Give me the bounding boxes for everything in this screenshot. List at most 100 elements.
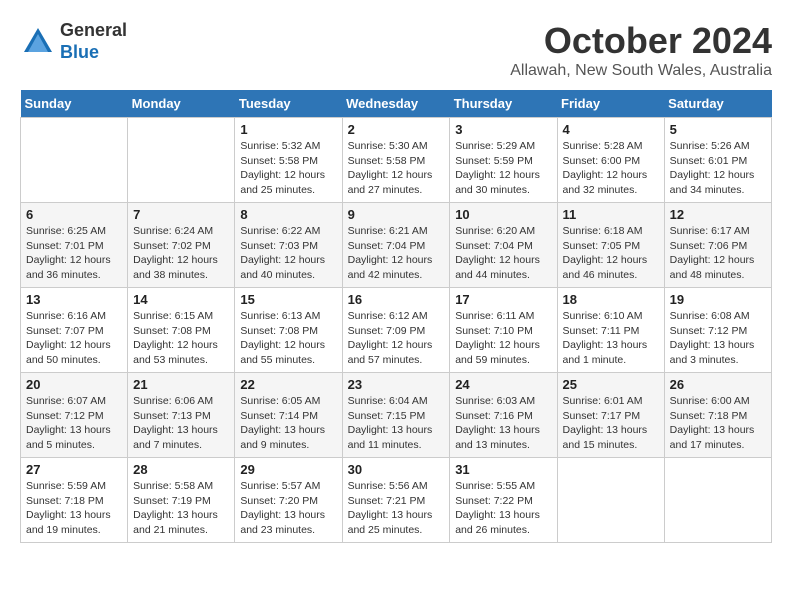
page-header: General Blue October 2024 Allawah, New S… [20, 20, 772, 80]
day-info: Sunrise: 6:15 AM Sunset: 7:08 PM Dayligh… [133, 309, 229, 368]
logo-general: General [60, 20, 127, 40]
calendar-cell: 21 Sunrise: 6:06 AM Sunset: 7:13 PM Dayli… [128, 373, 235, 458]
day-info: Sunrise: 5:26 AM Sunset: 6:01 PM Dayligh… [670, 139, 766, 198]
day-info: Sunrise: 5:32 AM Sunset: 5:58 PM Dayligh… [240, 139, 336, 198]
day-number: 4 [563, 122, 659, 137]
day-info: Sunrise: 6:13 AM Sunset: 7:08 PM Dayligh… [240, 309, 336, 368]
calendar-cell: 22 Sunrise: 6:05 AM Sunset: 7:14 PM Dayli… [235, 373, 342, 458]
logo-text-general: General [60, 20, 127, 42]
day-number: 13 [26, 292, 122, 307]
day-number: 1 [240, 122, 336, 137]
day-number: 26 [670, 377, 766, 392]
calendar-cell [21, 118, 128, 203]
day-info: Sunrise: 6:04 AM Sunset: 7:15 PM Dayligh… [348, 394, 445, 453]
day-info: Sunrise: 5:59 AM Sunset: 7:18 PM Dayligh… [26, 479, 122, 538]
day-number: 3 [455, 122, 551, 137]
day-info: Sunrise: 6:11 AM Sunset: 7:10 PM Dayligh… [455, 309, 551, 368]
day-info: Sunrise: 6:06 AM Sunset: 7:13 PM Dayligh… [133, 394, 229, 453]
calendar-cell: 16 Sunrise: 6:12 AM Sunset: 7:09 PM Dayli… [342, 288, 450, 373]
calendar-cell: 27 Sunrise: 5:59 AM Sunset: 7:18 PM Dayli… [21, 458, 128, 543]
day-info: Sunrise: 6:07 AM Sunset: 7:12 PM Dayligh… [26, 394, 122, 453]
day-number: 15 [240, 292, 336, 307]
weekday-header-thursday: Thursday [450, 90, 557, 118]
day-info: Sunrise: 6:24 AM Sunset: 7:02 PM Dayligh… [133, 224, 229, 283]
calendar-cell [664, 458, 771, 543]
day-number: 24 [455, 377, 551, 392]
weekday-header-friday: Friday [557, 90, 664, 118]
weekday-header-sunday: Sunday [21, 90, 128, 118]
day-info: Sunrise: 6:22 AM Sunset: 7:03 PM Dayligh… [240, 224, 336, 283]
calendar-cell: 4Sunrise: 5:28 AM Sunset: 6:00 PM Daylig… [557, 118, 664, 203]
calendar-cell: 6 Sunrise: 6:25 AM Sunset: 7:01 PM Daylig… [21, 203, 128, 288]
calendar-cell: 1 Sunrise: 5:32 AM Sunset: 5:58 PM Daylig… [235, 118, 342, 203]
day-number: 30 [348, 462, 445, 477]
weekday-header-row: SundayMondayTuesdayWednesdayThursdayFrid… [21, 90, 772, 118]
calendar-cell: 5Sunrise: 5:26 AM Sunset: 6:01 PM Daylig… [664, 118, 771, 203]
week-row-1: 1 Sunrise: 5:32 AM Sunset: 5:58 PM Daylig… [21, 118, 772, 203]
logo: General Blue [20, 20, 127, 63]
weekday-header-wednesday: Wednesday [342, 90, 450, 118]
calendar-cell: 11Sunrise: 6:18 AM Sunset: 7:05 PM Dayli… [557, 203, 664, 288]
calendar-cell: 12 Sunrise: 6:17 AM Sunset: 7:06 PM Dayli… [664, 203, 771, 288]
title-block: October 2024 Allawah, New South Wales, A… [510, 20, 772, 80]
calendar-cell: 7 Sunrise: 6:24 AM Sunset: 7:02 PM Daylig… [128, 203, 235, 288]
day-info: Sunrise: 5:58 AM Sunset: 7:19 PM Dayligh… [133, 479, 229, 538]
day-info: Sunrise: 6:25 AM Sunset: 7:01 PM Dayligh… [26, 224, 122, 283]
day-info: Sunrise: 6:03 AM Sunset: 7:16 PM Dayligh… [455, 394, 551, 453]
day-number: 21 [133, 377, 229, 392]
day-info: Sunrise: 6:17 AM Sunset: 7:06 PM Dayligh… [670, 224, 766, 283]
calendar-cell: 26 Sunrise: 6:00 AM Sunset: 7:18 PM Dayli… [664, 373, 771, 458]
day-info: Sunrise: 6:01 AM Sunset: 7:17 PM Dayligh… [563, 394, 659, 453]
calendar-cell: 8 Sunrise: 6:22 AM Sunset: 7:03 PM Daylig… [235, 203, 342, 288]
calendar-cell: 18Sunrise: 6:10 AM Sunset: 7:11 PM Dayli… [557, 288, 664, 373]
calendar-cell: 31Sunrise: 5:55 AM Sunset: 7:22 PM Dayli… [450, 458, 557, 543]
day-info: Sunrise: 6:21 AM Sunset: 7:04 PM Dayligh… [348, 224, 445, 283]
calendar-cell: 3 Sunrise: 5:29 AM Sunset: 5:59 PM Daylig… [450, 118, 557, 203]
calendar-cell: 17Sunrise: 6:11 AM Sunset: 7:10 PM Dayli… [450, 288, 557, 373]
weekday-header-monday: Monday [128, 90, 235, 118]
location: Allawah, New South Wales, Australia [510, 62, 772, 80]
day-number: 28 [133, 462, 229, 477]
logo-icon [20, 24, 56, 60]
day-info: Sunrise: 6:12 AM Sunset: 7:09 PM Dayligh… [348, 309, 445, 368]
week-row-5: 27 Sunrise: 5:59 AM Sunset: 7:18 PM Dayli… [21, 458, 772, 543]
day-info: Sunrise: 5:30 AM Sunset: 5:58 PM Dayligh… [348, 139, 445, 198]
day-info: Sunrise: 6:08 AM Sunset: 7:12 PM Dayligh… [670, 309, 766, 368]
week-row-3: 13 Sunrise: 6:16 AM Sunset: 7:07 PM Dayli… [21, 288, 772, 373]
day-number: 14 [133, 292, 229, 307]
calendar-cell: 20Sunrise: 6:07 AM Sunset: 7:12 PM Dayli… [21, 373, 128, 458]
calendar-cell: 15 Sunrise: 6:13 AM Sunset: 7:08 PM Dayli… [235, 288, 342, 373]
day-number: 8 [240, 207, 336, 222]
logo-text-blue: Blue [60, 42, 127, 64]
day-info: Sunrise: 6:05 AM Sunset: 7:14 PM Dayligh… [240, 394, 336, 453]
day-number: 10 [455, 207, 551, 222]
day-info: Sunrise: 5:56 AM Sunset: 7:21 PM Dayligh… [348, 479, 445, 538]
day-number: 22 [240, 377, 336, 392]
day-number: 9 [348, 207, 445, 222]
calendar-cell: 24 Sunrise: 6:03 AM Sunset: 7:16 PM Dayli… [450, 373, 557, 458]
calendar-cell: 14 Sunrise: 6:15 AM Sunset: 7:08 PM Dayli… [128, 288, 235, 373]
day-number: 7 [133, 207, 229, 222]
day-info: Sunrise: 5:57 AM Sunset: 7:20 PM Dayligh… [240, 479, 336, 538]
day-number: 16 [348, 292, 445, 307]
day-info: Sunrise: 6:20 AM Sunset: 7:04 PM Dayligh… [455, 224, 551, 283]
day-info: Sunrise: 5:55 AM Sunset: 7:22 PM Dayligh… [455, 479, 551, 538]
calendar-cell: 19 Sunrise: 6:08 AM Sunset: 7:12 PM Dayli… [664, 288, 771, 373]
day-info: Sunrise: 6:00 AM Sunset: 7:18 PM Dayligh… [670, 394, 766, 453]
calendar-cell: 10 Sunrise: 6:20 AM Sunset: 7:04 PM Dayli… [450, 203, 557, 288]
weekday-header-saturday: Saturday [664, 90, 771, 118]
calendar-cell: 13 Sunrise: 6:16 AM Sunset: 7:07 PM Dayli… [21, 288, 128, 373]
month-title: October 2024 [510, 20, 772, 62]
calendar-cell: 2 Sunrise: 5:30 AM Sunset: 5:58 PM Daylig… [342, 118, 450, 203]
day-number: 19 [670, 292, 766, 307]
calendar-cell: 25Sunrise: 6:01 AM Sunset: 7:17 PM Dayli… [557, 373, 664, 458]
day-info: Sunrise: 6:10 AM Sunset: 7:11 PM Dayligh… [563, 309, 659, 368]
day-info: Sunrise: 5:29 AM Sunset: 5:59 PM Dayligh… [455, 139, 551, 198]
logo-blue-text: Blue [60, 42, 99, 62]
day-number: 2 [348, 122, 445, 137]
day-number: 27 [26, 462, 122, 477]
calendar-cell: 9 Sunrise: 6:21 AM Sunset: 7:04 PM Daylig… [342, 203, 450, 288]
day-number: 6 [26, 207, 122, 222]
day-number: 12 [670, 207, 766, 222]
day-info: Sunrise: 6:16 AM Sunset: 7:07 PM Dayligh… [26, 309, 122, 368]
